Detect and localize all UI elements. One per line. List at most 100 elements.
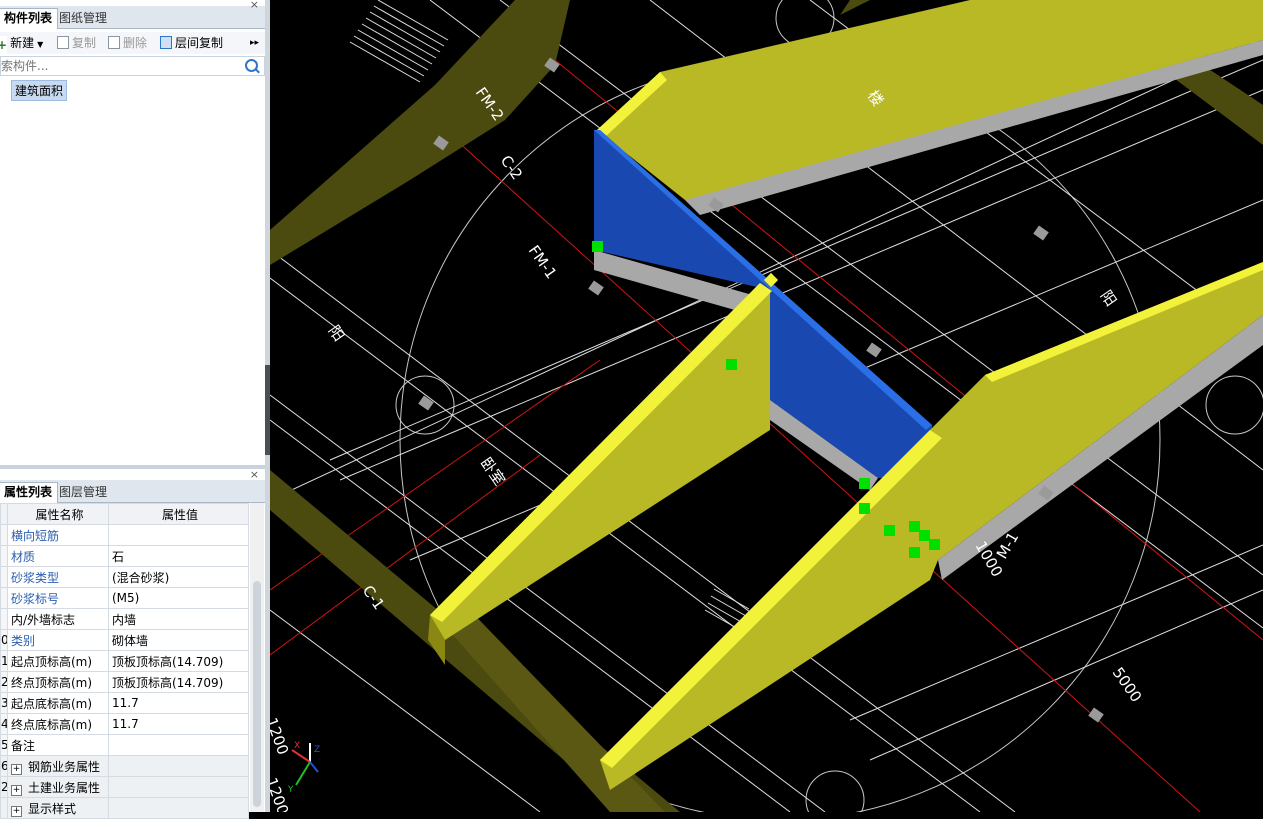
property-value[interactable] (108, 755, 249, 777)
property-value[interactable]: (混合砂浆) (108, 566, 249, 588)
tree-item-building-area[interactable]: 建筑面积 (11, 80, 68, 101)
property-value[interactable] (108, 734, 249, 756)
3d-viewport[interactable]: FM-2 C-2 FM-1 M-1 C-1 1000 5000 1200 120… (270, 0, 1263, 812)
close-component-panel-icon[interactable]: × (250, 0, 259, 11)
property-row-number (0, 797, 8, 819)
property-value[interactable]: 11.7 (108, 692, 249, 714)
property-panel-tabs: 属性列表 图层管理 (0, 480, 265, 503)
property-name: + 钢筋业务属性 (7, 755, 109, 777)
floor-copy-button[interactable]: 层间复制 (160, 34, 223, 52)
component-toolbar: + 新建 ▼ 复制 删除 层间复制 ▸▸ (0, 32, 265, 54)
property-name: 材质 (7, 545, 109, 567)
property-name-text: 钢筋业务属性 (28, 759, 101, 774)
property-row[interactable]: 1起点顶标高(m) 顶板顶标高(14.709) (0, 650, 249, 672)
cad-label: C-2 (497, 152, 526, 183)
copy-button[interactable]: 复制 (57, 34, 96, 52)
property-row[interactable]: 砂浆类型 (混合砂浆) (0, 566, 249, 588)
property-name: + 显示样式 (7, 797, 109, 819)
property-row[interactable]: 0类别 砌体墙 (0, 629, 249, 651)
property-row[interactable]: + 显示样式 (0, 797, 249, 819)
property-name-text: 砂浆类型 (11, 570, 60, 585)
property-row[interactable]: 横向短筋 (0, 524, 249, 546)
property-row-number (0, 608, 8, 630)
cad-label: 卧室 (477, 454, 509, 489)
property-row[interactable]: 内/外墙标志 内墙 (0, 608, 249, 630)
property-row[interactable]: 3起点底标高(m) 11.7 (0, 692, 249, 714)
property-row[interactable]: 5备注 (0, 734, 249, 756)
property-value[interactable] (108, 524, 249, 546)
property-name-text: 备注 (11, 738, 36, 753)
wall-upper (597, 0, 1263, 215)
cad-label: 阳 (1097, 287, 1120, 310)
property-value[interactable]: 顶板顶标高(14.709) (108, 650, 249, 672)
delete-icon (108, 36, 120, 49)
component-tree: 建筑面积 (0, 76, 263, 464)
property-row[interactable]: 2终点顶标高(m) 顶板顶标高(14.709) (0, 671, 249, 693)
property-value[interactable]: 11.7 (108, 713, 249, 735)
property-row-number (0, 545, 8, 567)
property-value[interactable]: (M5) (108, 587, 249, 609)
property-row-number: 6 (0, 755, 8, 777)
property-name-text: 终点底标高(m) (11, 717, 93, 732)
property-value[interactable]: 顶板顶标高(14.709) (108, 671, 249, 693)
new-icon: + (0, 36, 8, 54)
property-row-number (0, 524, 8, 546)
toolbar-overflow-button[interactable]: ▸▸ (250, 34, 259, 52)
property-name: 起点底标高(m) (7, 692, 109, 714)
property-name: 起点顶标高(m) (7, 650, 109, 672)
property-name-text: 起点顶标高(m) (11, 654, 93, 669)
delete-button[interactable]: 删除 (108, 34, 147, 52)
svg-text:Z: Z (314, 745, 320, 755)
property-row[interactable]: 材质 石 (0, 545, 249, 567)
property-value[interactable] (108, 776, 249, 798)
property-row-number (0, 566, 8, 588)
property-row[interactable]: 4终点底标高(m) 11.7 (0, 713, 249, 735)
expand-icon[interactable]: + (11, 763, 22, 775)
property-value[interactable]: 内墙 (108, 608, 249, 630)
property-name: 横向短筋 (7, 524, 109, 546)
property-name: 砂浆标号 (7, 587, 109, 609)
delete-label: 删除 (123, 36, 148, 50)
close-property-panel-icon[interactable]: × (250, 468, 259, 481)
header-property-name: 属性名称 (7, 503, 109, 525)
expand-icon[interactable]: + (11, 784, 22, 796)
property-name: 类别 (7, 629, 109, 651)
floor-copy-icon (160, 36, 172, 49)
expand-icon[interactable]: + (11, 805, 22, 817)
property-value[interactable]: 石 (108, 545, 249, 567)
property-name-text: 类别 (11, 633, 36, 648)
property-value[interactable] (108, 797, 249, 819)
cad-label: 阳 (325, 322, 348, 345)
cad-drawing: FM-2 C-2 FM-1 M-1 C-1 1000 5000 1200 120… (270, 0, 1263, 812)
property-name: 内/外墙标志 (7, 608, 109, 630)
property-row[interactable]: 6+ 钢筋业务属性 (0, 755, 249, 777)
property-name: 终点底标高(m) (7, 713, 109, 735)
property-row[interactable]: 砂浆标号 (M5) (0, 587, 249, 609)
property-name: + 土建业务属性 (7, 776, 109, 798)
new-button[interactable]: + 新建 ▼ (0, 34, 43, 54)
axis-bubble (1205, 375, 1263, 435)
property-row[interactable]: 2+ 土建业务属性 (0, 776, 249, 798)
property-name-text: 起点底标高(m) (11, 696, 93, 711)
search-input[interactable] (1, 57, 241, 75)
tab-component-list[interactable]: 构件列表 (0, 8, 59, 29)
wall-left (428, 283, 772, 665)
new-label: 新建 (10, 36, 35, 50)
panel-splitter[interactable] (0, 465, 265, 469)
property-name-text: 横向短筋 (11, 528, 60, 543)
copy-label: 复制 (72, 36, 97, 50)
component-panel-tabs: 构件列表 图纸管理 (0, 6, 265, 29)
property-name: 砂浆类型 (7, 566, 109, 588)
tab-drawing-management[interactable]: 图纸管理 (54, 9, 112, 28)
search-icon[interactable] (245, 59, 258, 72)
property-row-number: 2 (0, 776, 8, 798)
scrollbar-thumb[interactable] (253, 581, 261, 807)
tab-property-list[interactable]: 属性列表 (0, 482, 59, 503)
property-table: 属性名称 属性值 横向短筋 材质石砂浆类型 (混合砂浆) 砂浆标号 (M5) 内/外墙标志… (0, 503, 249, 819)
property-value[interactable]: 砌体墙 (108, 629, 249, 651)
property-scrollbar[interactable] (250, 503, 264, 812)
property-name-text: 土建业务属性 (28, 780, 101, 795)
property-name-text: 终点顶标高(m) (11, 675, 93, 690)
tab-layer-management[interactable]: 图层管理 (54, 483, 112, 502)
cad-label: 1200 (270, 715, 292, 757)
